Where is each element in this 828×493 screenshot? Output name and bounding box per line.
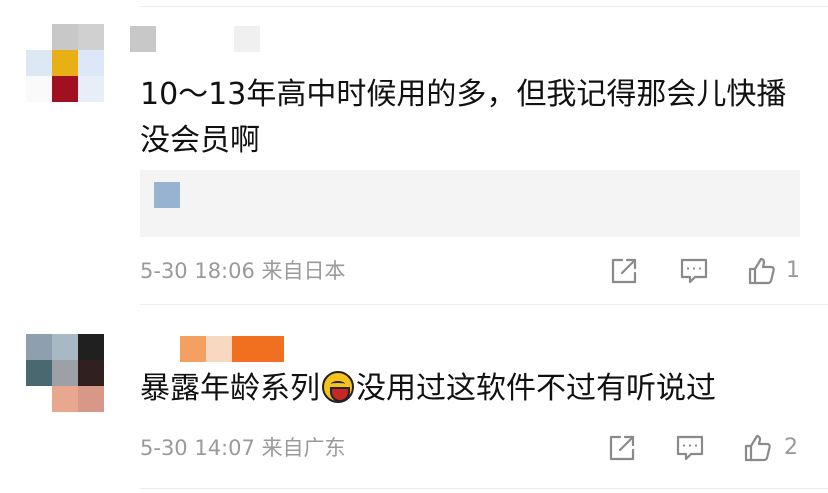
avatar-pixel <box>52 76 78 102</box>
like-count: 1 <box>786 258 800 283</box>
timestamp: 5-30 18:06 <box>140 259 255 283</box>
quoted-reply[interactable] <box>140 170 800 237</box>
avatar-pixel <box>26 386 52 412</box>
avatar-pixel <box>52 50 78 76</box>
comment-text: 10～13年高中时候用的多，但我记得那会儿快播没会员啊 <box>140 77 787 158</box>
comment-text-part: 没用过这软件不过有听说过 <box>356 371 716 406</box>
timestamp: 5-30 14:07 <box>140 436 255 460</box>
name-block <box>156 26 234 52</box>
quoted-reply-redacted <box>154 182 180 208</box>
location: 来自日本 <box>261 259 346 283</box>
avatar-pixel <box>26 76 52 102</box>
like-icon[interactable] <box>746 255 778 287</box>
avatar-pixel <box>52 360 78 386</box>
name-block <box>130 26 156 52</box>
comment-text-part: 暴露年龄系列 <box>140 371 320 406</box>
comment-footer: 5-30 18:06 来自日本 1 <box>140 254 810 288</box>
comment-divider <box>140 304 828 305</box>
avatar-pixel <box>52 386 78 412</box>
name-block <box>232 336 284 362</box>
author-name-redacted[interactable] <box>130 26 260 52</box>
comment-icon[interactable] <box>678 255 710 287</box>
avatar-pixel <box>26 24 52 50</box>
avatar-pixel <box>78 76 104 102</box>
avatar-pixel <box>26 334 52 360</box>
comment-footer: 5-30 14:07 来自广东 2 <box>140 431 810 465</box>
avatar-pixel <box>78 386 104 412</box>
avatar-pixel <box>26 360 52 386</box>
share-icon[interactable] <box>606 432 638 464</box>
comment-icon[interactable] <box>674 432 706 464</box>
avatar-pixel <box>78 360 104 386</box>
grinning-face-emoji-icon <box>322 371 354 403</box>
avatar[interactable] <box>26 24 104 102</box>
avatar-pixel <box>78 334 104 360</box>
share-icon[interactable] <box>608 255 640 287</box>
bottom-divider <box>140 488 828 489</box>
top-divider <box>140 6 828 7</box>
like-count: 2 <box>784 435 798 460</box>
name-block <box>234 26 260 52</box>
like-icon[interactable] <box>742 432 774 464</box>
avatar-pixel <box>26 50 52 76</box>
name-block <box>206 336 232 362</box>
avatar-pixel <box>78 24 104 50</box>
name-block <box>180 336 206 362</box>
comment-text: 暴露年龄系列 没用过这软件不过有听说过 <box>140 366 800 412</box>
avatar-pixel <box>52 334 78 360</box>
comment-meta: 5-30 18:06 来自日本 <box>140 254 346 288</box>
avatar-pixel <box>78 50 104 76</box>
comment-meta: 5-30 14:07 来自广东 <box>140 431 346 465</box>
avatar-pixel <box>52 24 78 50</box>
author-name-redacted[interactable] <box>180 336 284 362</box>
location: 来自广东 <box>261 436 346 460</box>
avatar[interactable] <box>26 334 104 412</box>
